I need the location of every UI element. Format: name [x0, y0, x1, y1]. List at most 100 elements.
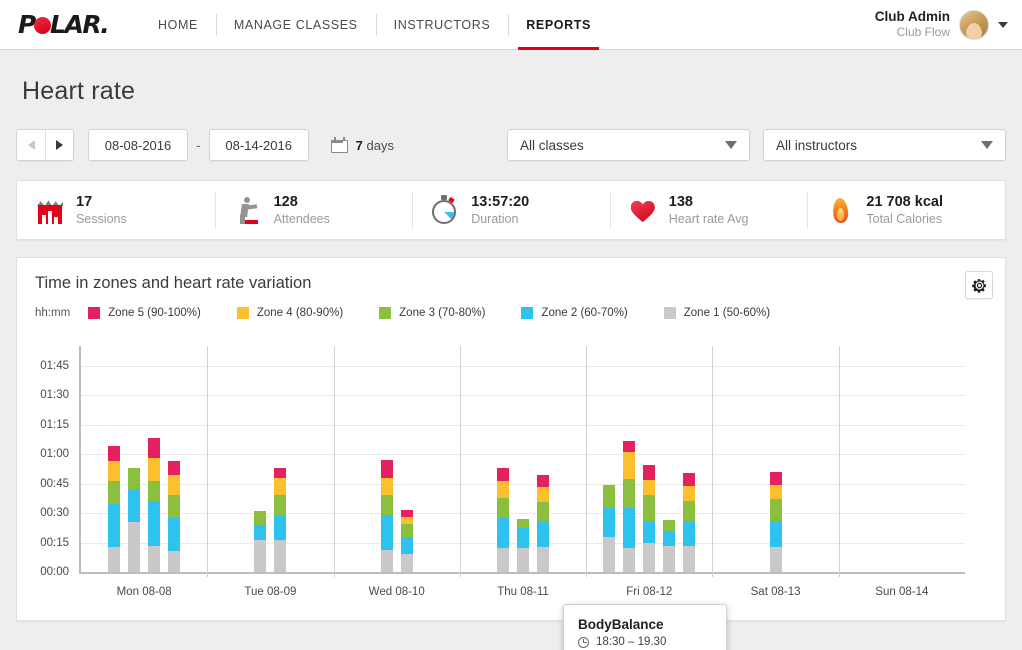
chart-bar-segment-zone5 [643, 464, 656, 481]
chart-bar[interactable] [683, 472, 696, 572]
chart-bar[interactable] [769, 471, 782, 572]
legend-item-zone-3[interactable]: Zone 3 (70-80%) [379, 307, 485, 319]
next-period-button[interactable] [45, 130, 73, 160]
chart-bar-segment-zone3 [128, 468, 141, 490]
main-nav-links: HOME MANAGE CLASSES INSTRUCTORS REPORTS [140, 0, 609, 50]
classes-filter-select[interactable]: All classes [507, 129, 750, 161]
day-separator [459, 346, 461, 577]
chart-bar[interactable] [537, 475, 549, 572]
chart-bar-segment-zone3 [603, 484, 616, 508]
chart-bar[interactable] [643, 464, 656, 572]
chart-bar[interactable] [380, 460, 393, 572]
chart-bar[interactable] [254, 510, 267, 572]
chart-bar[interactable] [517, 518, 529, 572]
calendar-icon [330, 137, 348, 153]
stat-sessions-label: Sessions [76, 212, 127, 227]
chevron-down-icon[interactable] [998, 21, 1008, 28]
range-summary[interactable]: 7 days [330, 137, 394, 153]
gear-icon [971, 278, 986, 293]
chart-bar[interactable] [148, 437, 161, 572]
stat-duration: 13:57:20 Duration [412, 190, 610, 230]
x-axis-tick-label: Fri 08-12 [626, 586, 673, 598]
range-days-count: 7 [355, 137, 363, 153]
legend-item-zone-5[interactable]: Zone 5 (90-100%) [88, 307, 201, 319]
chart-bar-segment-zone4 [148, 457, 161, 482]
chart-bar-segment-zone2 [537, 521, 549, 548]
previous-period-button[interactable] [17, 130, 45, 160]
nav-item-manage-classes[interactable]: MANAGE CLASSES [215, 0, 376, 50]
chart-bar-segment-zone5 [168, 461, 181, 476]
chart-bar-segment-zone3 [274, 495, 287, 516]
chart-bar-segment-zone3 [168, 495, 181, 518]
chart-bar[interactable] [400, 509, 413, 572]
stat-calories-value: 21 708 kcal [866, 193, 943, 210]
chart-bar[interactable] [108, 445, 121, 572]
summary-stats-bar: 17 Sessions 128 Attendees 13:57:20 Durat… [16, 180, 1006, 240]
stat-sessions-value: 17 [76, 193, 93, 210]
chart-bar-segment-zone2 [663, 530, 676, 547]
sessions-icon [35, 195, 65, 225]
stat-heart-rate-label: Heart rate Avg [668, 212, 749, 227]
legend-label-zone-3: Zone 3 (70-80%) [399, 307, 486, 319]
top-navigation-bar: P LAR. HOME MANAGE CLASSES INSTRUCTORS RE… [0, 0, 1022, 50]
start-date-input[interactable]: 08-08-2016 [88, 129, 188, 161]
y-axis-tick-label: 00:00 [40, 566, 69, 578]
day-separator [586, 346, 588, 577]
chart-bar-segment-zone5 [400, 509, 413, 517]
stat-attendees-label: Attendees [273, 212, 330, 227]
chart-bar-segment-zone1 [380, 549, 393, 572]
day-separator [838, 346, 840, 577]
nav-item-reports[interactable]: REPORTS [508, 0, 609, 50]
chart-bar-segment-zone1 [148, 546, 161, 572]
day-separator [712, 346, 714, 577]
chart-bar-segment-zone2 [517, 528, 529, 549]
chart-bar-segment-zone1 [683, 546, 696, 572]
legend-label-zone-5: Zone 5 (90-100%) [108, 307, 201, 319]
chart-bar-segment-zone1 [623, 548, 636, 572]
end-date-input[interactable]: 08-14-2016 [208, 129, 309, 161]
x-axis-tick-label: Sat 08-13 [750, 586, 801, 598]
legend-swatch-zone-3 [379, 307, 392, 319]
chart-bar[interactable] [497, 468, 509, 572]
avatar[interactable] [959, 9, 989, 40]
chevron-down-icon [725, 141, 737, 149]
gridline [81, 483, 965, 485]
chart-bar-segment-zone5 [537, 475, 549, 488]
classes-filter-value: All classes [520, 137, 584, 153]
chevron-left-icon [27, 140, 35, 150]
y-axis-tick-label: 00:15 [40, 536, 69, 549]
polar-logo[interactable]: P LAR. [0, 10, 140, 39]
chart-bar[interactable] [274, 468, 287, 572]
legend-swatch-zone-4 [236, 307, 249, 319]
chart-bar-segment-zone2 [497, 517, 509, 549]
user-menu[interactable]: Club Admin Club Flow [875, 9, 1022, 41]
nav-item-instructors[interactable]: INSTRUCTORS [375, 0, 509, 50]
chart-bar[interactable] [603, 484, 616, 572]
chart-bar-segment-zone5 [683, 472, 696, 486]
chart-bar-segment-zone3 [254, 510, 267, 525]
chart-bar-segment-zone3 [663, 520, 676, 531]
gridline [81, 365, 965, 367]
chart-bar-segment-zone3 [517, 518, 529, 529]
legend-item-zone-4[interactable]: Zone 4 (80-90%) [236, 307, 343, 319]
day-separator [333, 346, 335, 577]
legend-item-zone-1[interactable]: Zone 1 (50-60%) [663, 307, 770, 319]
chart-bar[interactable] [168, 461, 181, 572]
chart-bar-segment-zone5 [497, 468, 509, 482]
chart-bar[interactable] [623, 441, 636, 572]
legend-item-zone-2[interactable]: Zone 2 (60-70%) [521, 307, 628, 319]
chart-bar-segment-zone2 [643, 521, 656, 543]
logo-text-dot: . [100, 10, 110, 39]
nav-item-manage-classes-label: MANAGE CLASSES [233, 17, 358, 32]
chart-bar[interactable] [663, 520, 676, 572]
y-axis-tick-label: 00:30 [40, 507, 69, 520]
chart-bar-segment-zone1 [643, 542, 656, 572]
chart-bar-segment-zone2 [168, 517, 181, 551]
tooltip-time: 18:30 – 19.30 [596, 636, 667, 648]
chart-bar[interactable] [128, 468, 141, 572]
chart-bar-segment-zone2 [108, 503, 121, 548]
date-nav-arrows [16, 129, 74, 161]
instructors-filter-select[interactable]: All instructors [763, 129, 1006, 161]
nav-item-home[interactable]: HOME [140, 0, 216, 50]
chart-settings-button[interactable] [965, 271, 993, 299]
